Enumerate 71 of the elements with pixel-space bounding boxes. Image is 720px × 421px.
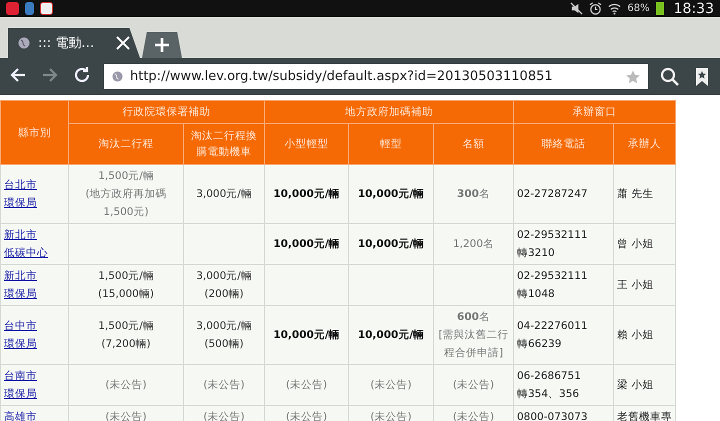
table-cell-text: 02-27287247 — [517, 187, 589, 202]
column-header: 輕型 — [379, 137, 403, 152]
column-header: 縣市別 — [17, 126, 52, 140]
city-link[interactable]: 台中市 — [4, 317, 65, 335]
column-header: 承辦人 — [627, 137, 662, 152]
table-cell-text: 300名 — [456, 187, 491, 202]
table-cell-text: 賴 小姐 — [617, 328, 654, 343]
table-cell-text: 0800-073073 — [517, 410, 589, 421]
city-link[interactable]: 新北市 — [4, 226, 65, 244]
table-cell-text: 3,000元/輛 (500輛) — [195, 319, 253, 352]
table-cell-text: 10,000元/輛 — [356, 187, 426, 202]
battery-percentage: 68% — [627, 3, 650, 14]
table-cell-text: 曾 小姐 — [617, 237, 654, 252]
app-icon — [6, 2, 19, 15]
table-cell-text: 1,200名 — [452, 237, 496, 252]
city-link[interactable]: 台北市 — [4, 176, 65, 194]
globe-icon — [112, 71, 123, 82]
city-link[interactable]: 新北市 — [4, 267, 65, 285]
table-cell-text: 02-29532111 轉1048 — [517, 269, 589, 302]
city-link[interactable]: 低碳中心 — [4, 244, 65, 262]
group-header: 行政院環保署補助 — [122, 105, 212, 120]
table-cell-text: 600名 [需與汰舊二行 程合併申請] — [437, 310, 510, 361]
close-icon[interactable] — [116, 36, 130, 50]
star-icon[interactable] — [626, 70, 640, 84]
mute-icon — [570, 2, 584, 15]
group-header: 地方政府加碼補助 — [344, 105, 434, 120]
column-header: 名額 — [462, 137, 486, 152]
city-link[interactable]: 台南市 — [4, 367, 65, 385]
globe-icon — [18, 37, 30, 49]
table-cell-text: 王 小姐 — [617, 278, 654, 293]
column-header: 淘汰二行程 — [98, 137, 154, 152]
table-cell-text: 10,000元/輛 — [356, 237, 426, 252]
table-cell-text: 1,500元/輛 (7,200輛) — [97, 319, 155, 352]
battery-icon — [656, 2, 664, 15]
table-cell-text: 梁 小姐 — [617, 378, 654, 393]
table-cell-text: 1,500元/輛 (15,000輛) — [97, 269, 155, 302]
plus-icon — [154, 37, 170, 53]
column-header: 淘汰二行程換 購電動機車 — [190, 129, 258, 160]
city-link[interactable]: 環保局 — [4, 194, 65, 212]
browser-tab[interactable]: ::: 電動… — [8, 28, 140, 58]
city-link[interactable]: 環保局 — [4, 385, 65, 403]
city-link[interactable]: 環保局 — [4, 285, 65, 303]
table-cell-text: 3,000元/輛 (200輛) — [195, 269, 253, 302]
table-cell-text: 04-22276011 轉66239 — [517, 319, 589, 352]
group-header: 承辦窗口 — [572, 105, 618, 120]
table-cell-text: (未公告) — [104, 378, 148, 393]
table-cell-text: 10,000元/輛 — [272, 187, 341, 202]
table-cell-text: (未公告) — [284, 378, 328, 393]
table-cell-text: 06-2686751 轉354、356 — [517, 369, 582, 402]
address-bar[interactable]: http://www.lev.org.tw/subsidy/default.aspx?id=20130503110851 — [104, 64, 648, 89]
table-cell-text: (未公告) — [452, 378, 496, 393]
reload-icon[interactable] — [72, 64, 92, 84]
table-cell-text: (未公告) — [202, 378, 246, 393]
phone-icon — [25, 2, 34, 15]
table-cell-text: 10,000元/輛 — [272, 237, 341, 252]
clock: 18:33 — [674, 0, 714, 16]
table-cell-text: (未公告) — [369, 378, 413, 393]
table-cell-text: 10,000元/輛 — [356, 328, 426, 343]
city-link[interactable]: 環保局 — [4, 335, 65, 353]
search-icon[interactable] — [660, 66, 680, 86]
wifi-icon — [608, 2, 622, 15]
table-cell-text: 02-29532111 轉3210 — [517, 228, 589, 261]
column-header: 聯絡電話 — [540, 137, 586, 152]
table-cell-text: 1,500元/輛 (地方政府再加碼 1,500元) — [84, 169, 168, 220]
column-header: 小型輕型 — [284, 137, 330, 152]
table-cell-text: 10,000元/輛 — [272, 328, 341, 343]
new-tab-button[interactable] — [142, 32, 182, 58]
table-cell-text: 3,000元/輛 — [195, 187, 253, 202]
alarm-icon — [589, 2, 602, 15]
app-icon — [40, 2, 53, 15]
table-cell-text: 蕭 先生 — [617, 187, 654, 202]
